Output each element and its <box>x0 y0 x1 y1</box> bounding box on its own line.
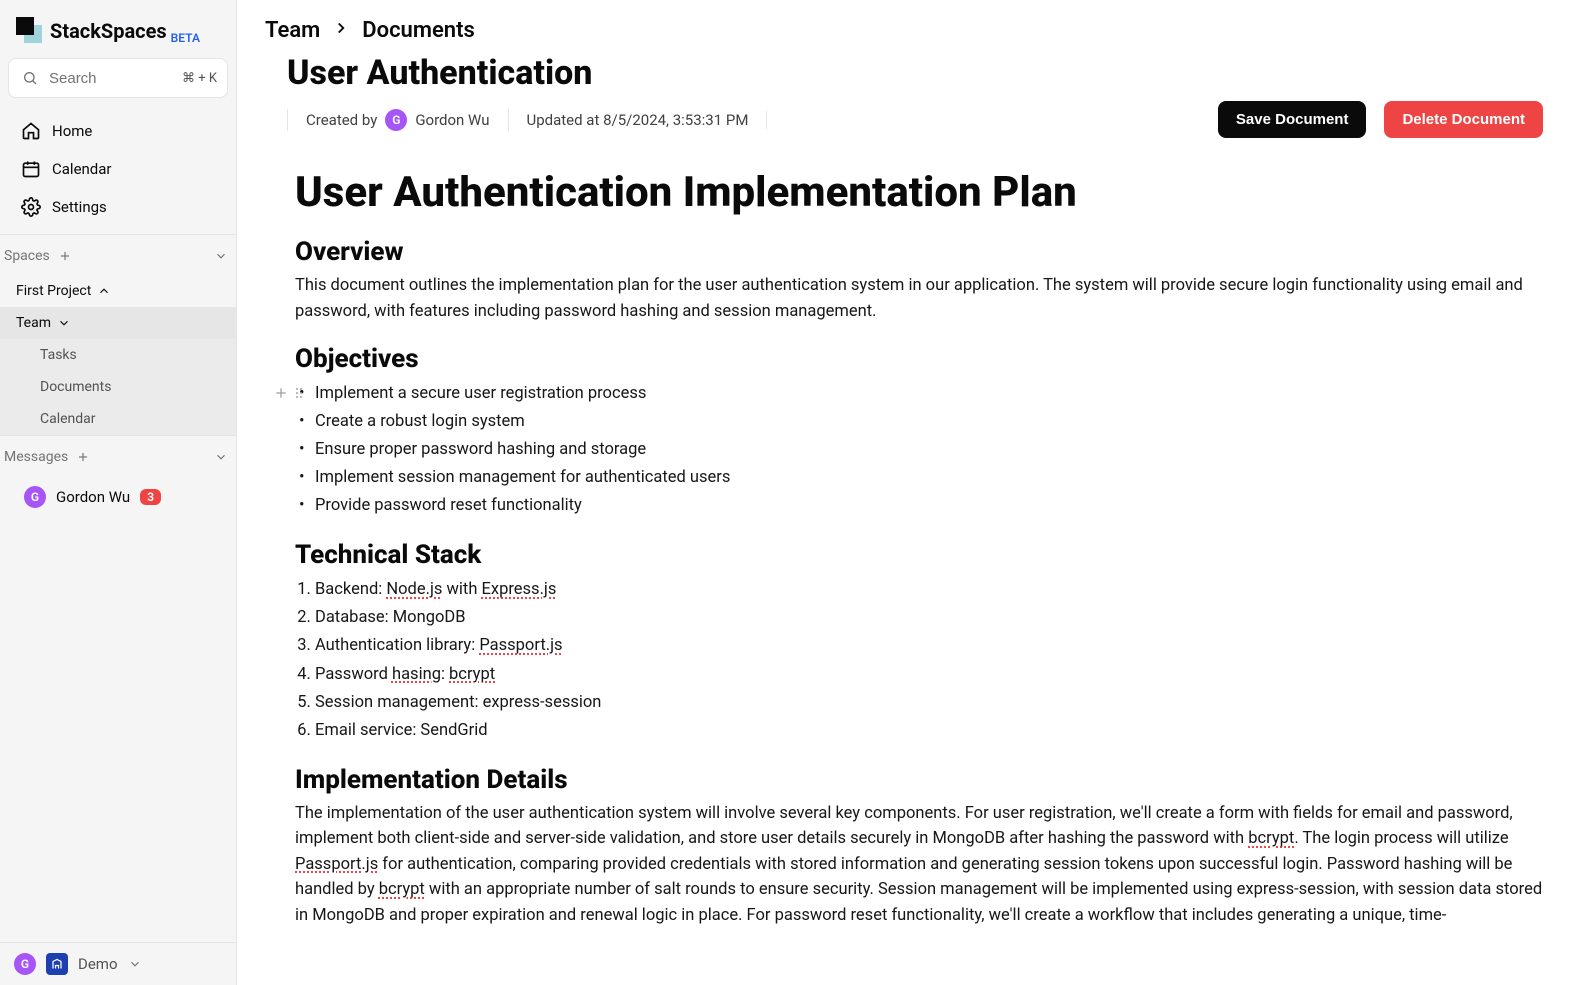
nav-label: Calendar <box>52 160 112 178</box>
gear-icon <box>20 196 42 218</box>
document-meta: Created by G Gordon Wu Updated at 8/5/20… <box>287 101 1543 138</box>
calendar-icon <box>20 158 42 180</box>
breadcrumb-team[interactable]: Team <box>265 18 320 43</box>
nav-settings[interactable]: Settings <box>8 188 228 226</box>
beta-badge: BETA <box>171 31 200 45</box>
child-label: Calendar <box>40 411 96 427</box>
list-item[interactable]: Create a robust login system <box>315 408 1543 436</box>
space-first-project[interactable]: First Project <box>0 275 236 307</box>
nav-label: Settings <box>52 198 107 216</box>
tech-list[interactable]: Backend: Node.js with Express.js Databas… <box>295 576 1543 744</box>
doc-h2-overview[interactable]: Overview <box>295 237 1543 267</box>
space-label: Team <box>16 315 51 331</box>
sidebar-footer[interactable]: G Demo <box>0 942 236 985</box>
user-avatar: G <box>14 953 36 975</box>
app-header: StackSpaces BETA <box>0 0 236 58</box>
space-team[interactable]: Team <box>0 307 236 339</box>
doc-h2-tech[interactable]: Technical Stack <box>295 540 1543 570</box>
spaces-collapse-button[interactable] <box>210 245 232 267</box>
list-item[interactable]: Provide password reset functionality <box>315 492 1543 520</box>
author-name: Gordon Wu <box>415 111 489 129</box>
list-item[interactable]: Email service: SendGrid <box>315 717 1543 745</box>
spaces-tree: First Project Team Tasks Documents Calen… <box>0 275 236 435</box>
doc-p-overview[interactable]: This document outlines the implementatio… <box>295 273 1543 324</box>
chevron-up-icon <box>97 284 111 298</box>
breadcrumb: Team Documents <box>265 18 1543 43</box>
updated-at-cell: Updated at 8/5/2024, 3:53:31 PM <box>527 111 768 129</box>
doc-p-impl[interactable]: The implementation of the user authentic… <box>295 801 1543 929</box>
org-name: Demo <box>78 955 118 973</box>
author-avatar: G <box>385 109 407 131</box>
list-item[interactable]: Implement session management for authent… <box>315 464 1543 492</box>
primary-nav: Home Calendar Settings <box>0 108 236 234</box>
org-icon <box>46 953 68 975</box>
list-item[interactable]: Ensure proper password hashing and stora… <box>315 436 1543 464</box>
plus-icon[interactable] <box>273 383 289 411</box>
app-name: StackSpaces <box>50 19 167 43</box>
spaces-section-header: Spaces <box>0 234 236 275</box>
child-label: Documents <box>40 379 111 395</box>
nav-calendar[interactable]: Calendar <box>8 150 228 188</box>
add-space-button[interactable] <box>54 245 76 267</box>
chevron-down-icon <box>57 316 71 330</box>
page-title: User Authentication <box>287 53 1543 93</box>
document-body[interactable]: User Authentication Implementation Plan … <box>295 168 1543 928</box>
search-input[interactable] <box>49 70 174 87</box>
child-label: Tasks <box>40 347 77 363</box>
created-by-label: Created by <box>306 111 377 129</box>
updated-at: Updated at 8/5/2024, 3:53:31 PM <box>527 111 749 129</box>
doc-h1[interactable]: User Authentication Implementation Plan <box>295 168 1543 217</box>
messages-collapse-button[interactable] <box>210 446 232 468</box>
list-item[interactable]: Session management: express-session <box>315 689 1543 717</box>
search-icon <box>19 67 41 89</box>
nav-label: Home <box>52 122 92 140</box>
drag-handle-icon[interactable] <box>291 383 307 411</box>
section-label: Messages <box>4 449 68 465</box>
objectives-list[interactable]: Implement a secure user registration pro… <box>295 380 1543 520</box>
avatar: G <box>24 486 46 508</box>
doc-h2-objectives[interactable]: Objectives <box>295 344 1543 374</box>
app-logo <box>12 14 46 48</box>
dm-name: Gordon Wu <box>56 488 130 506</box>
section-label: Spaces <box>4 248 50 264</box>
chevron-down-icon <box>128 957 142 971</box>
nav-home[interactable]: Home <box>8 112 228 150</box>
messages-section-header: Messages <box>0 435 236 476</box>
add-message-button[interactable] <box>72 446 94 468</box>
unread-badge: 3 <box>140 489 161 505</box>
list-item[interactable]: Authentication library: Passport.js <box>315 632 1543 660</box>
home-icon <box>20 120 42 142</box>
list-item[interactable]: Database: MongoDB <box>315 604 1543 632</box>
list-item[interactable]: Password hasing: bcrypt <box>315 661 1543 689</box>
created-by-cell: Created by G Gordon Wu <box>287 109 509 131</box>
space-label: First Project <box>16 283 91 299</box>
sidebar: StackSpaces BETA ⌘ + K Home Calendar <box>0 0 237 985</box>
save-button[interactable]: Save Document <box>1218 101 1367 138</box>
delete-button[interactable]: Delete Document <box>1384 101 1543 138</box>
dm-gordon-wu[interactable]: G Gordon Wu 3 <box>0 480 236 514</box>
breadcrumb-documents[interactable]: Documents <box>362 18 474 43</box>
list-item[interactable]: Backend: Node.js with Express.js <box>315 576 1543 604</box>
space-team-calendar[interactable]: Calendar <box>0 403 236 435</box>
chevron-right-icon <box>332 18 350 43</box>
doc-h2-impl[interactable]: Implementation Details <box>295 765 1543 795</box>
search-box[interactable]: ⌘ + K <box>8 58 228 98</box>
space-team-documents[interactable]: Documents <box>0 371 236 403</box>
search-shortcut: ⌘ + K <box>182 71 217 86</box>
space-team-tasks[interactable]: Tasks <box>0 339 236 371</box>
list-item[interactable]: Implement a secure user registration pro… <box>315 380 1543 408</box>
main-content: Team Documents User Authentication Creat… <box>237 0 1571 985</box>
